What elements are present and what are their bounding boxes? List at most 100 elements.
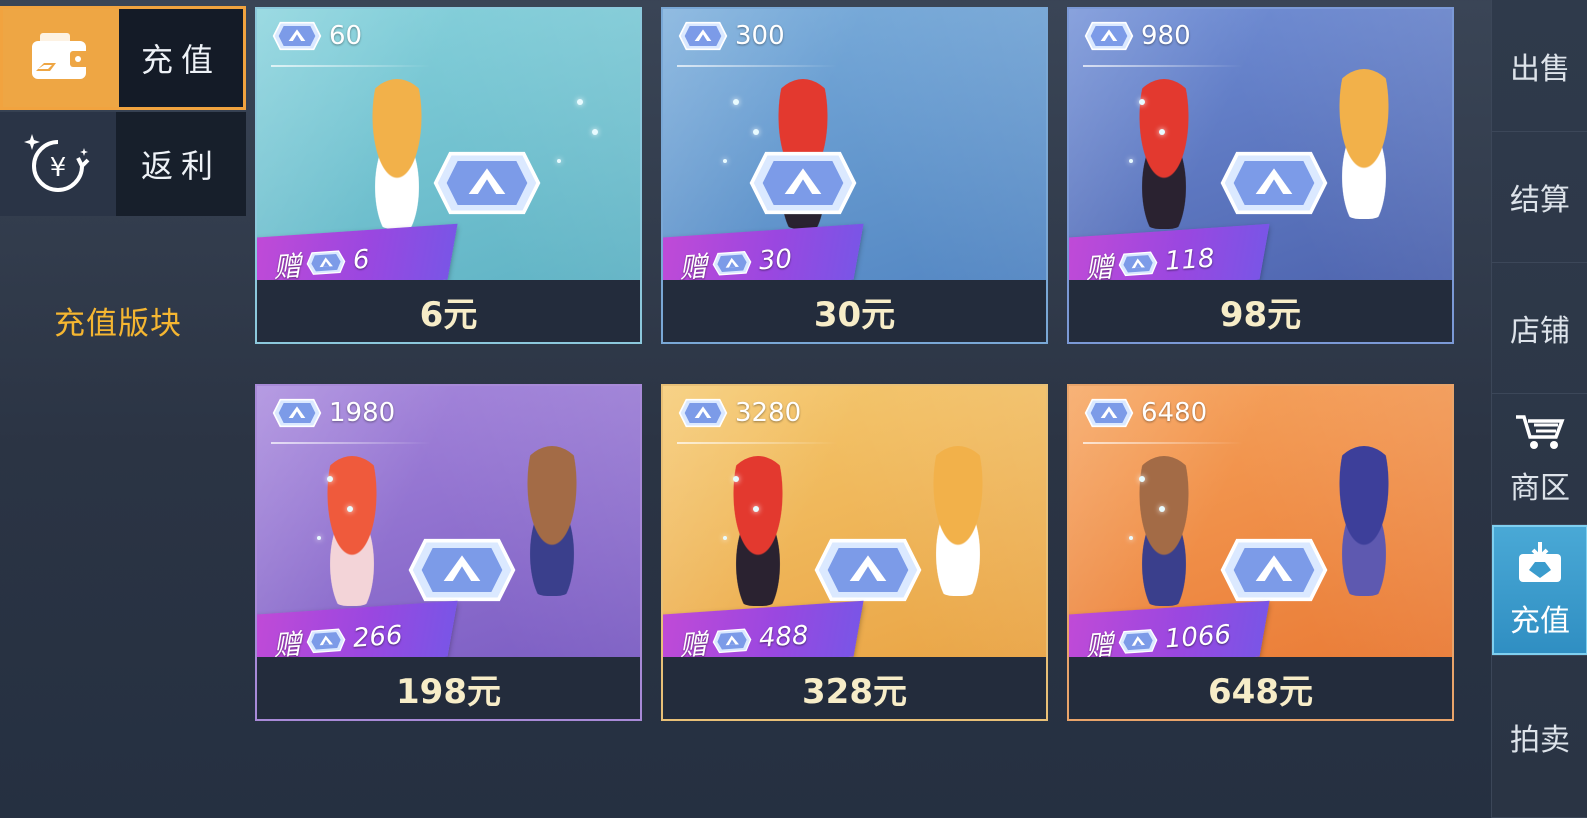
recharge-package-card[interactable]: 980 赠 118 98元 xyxy=(1067,7,1454,344)
bonus-gift-label: 赠 xyxy=(678,627,709,661)
bonus-amount-value: 266 xyxy=(351,620,404,654)
recharge-package-card[interactable]: 3280 赠 488 328元 xyxy=(661,384,1048,721)
package-art: 6480 赠 1066 xyxy=(1069,386,1452,661)
nav-auction[interactable]: 拍卖 xyxy=(1492,656,1587,818)
diamond-gem-icon xyxy=(432,149,542,221)
left-tab-list: 充值 ¥ 返利 xyxy=(0,6,246,218)
diamond-icon xyxy=(677,398,729,428)
price-label: 30元 xyxy=(813,294,896,335)
price-bar: 648元 xyxy=(1069,657,1452,719)
character-figure xyxy=(507,446,597,596)
yuan-rebate-icon: ¥ xyxy=(0,112,116,216)
diamond-icon xyxy=(710,250,754,277)
bonus-amount: 赠 118 xyxy=(1084,239,1216,284)
tab-rebate[interactable]: ¥ 返利 xyxy=(0,112,246,216)
diamond-icon xyxy=(304,627,348,654)
recharge-icon xyxy=(1515,540,1565,592)
bonus-gift-label: 赠 xyxy=(272,627,303,661)
diamond-icon xyxy=(1083,398,1135,428)
character-figure xyxy=(1319,69,1409,219)
nav-settle-label: 结算 xyxy=(1510,183,1570,218)
character-figure xyxy=(307,456,397,606)
diamond-icon xyxy=(1116,628,1160,655)
right-nav: 出售 结算 店铺 商区 充值 拍卖 xyxy=(1491,0,1587,818)
gem-amount-value: 1980 xyxy=(329,398,396,428)
diamond-gem-icon xyxy=(1219,149,1329,221)
diamond-icon xyxy=(304,249,348,276)
bonus-gift-label: 赠 xyxy=(1084,628,1115,661)
diamond-icon xyxy=(1116,250,1160,277)
diamond-icon xyxy=(271,398,323,428)
bonus-amount-value: 118 xyxy=(1163,243,1216,277)
gem-amount: 6480 xyxy=(1083,398,1243,444)
bonus-amount: 赠 266 xyxy=(272,616,404,661)
character-figure xyxy=(913,446,1003,596)
bonus-gift-label: 赠 xyxy=(1084,250,1115,284)
character-figure xyxy=(713,456,803,606)
bonus-amount-value: 1066 xyxy=(1163,619,1233,655)
nav-sell[interactable]: 出售 xyxy=(1492,0,1587,132)
package-art: 60 赠 6 xyxy=(257,9,640,284)
diamond-icon xyxy=(677,21,729,51)
diamond-gem-icon xyxy=(1219,536,1329,608)
price-bar: 198元 xyxy=(257,657,640,719)
nav-settle[interactable]: 结算 xyxy=(1492,132,1587,263)
bonus-amount: 赠 488 xyxy=(678,616,810,661)
character-figure xyxy=(1119,79,1209,229)
price-label: 198元 xyxy=(396,671,501,712)
tab-recharge-label: 充值 xyxy=(119,9,243,107)
nav-market-label: 商区 xyxy=(1510,471,1570,506)
bonus-amount: 赠 30 xyxy=(678,239,794,284)
cart-icon xyxy=(1512,411,1568,459)
nav-market[interactable]: 商区 xyxy=(1492,394,1587,525)
package-art: 3280 赠 488 xyxy=(663,386,1046,661)
price-label: 648元 xyxy=(1208,671,1313,712)
price-bar: 6元 xyxy=(257,280,640,342)
gem-amount-value: 60 xyxy=(329,21,363,51)
price-label: 328元 xyxy=(802,671,907,712)
nav-recharge[interactable]: 充值 xyxy=(1492,525,1587,656)
diamond-gem-icon xyxy=(748,149,858,221)
bonus-gift-label: 赠 xyxy=(272,249,303,284)
character-figure xyxy=(1119,456,1209,606)
price-bar: 98元 xyxy=(1069,280,1452,342)
nav-shop-label: 店铺 xyxy=(1510,314,1570,349)
recharge-package-card[interactable]: 6480 赠 1066 648元 xyxy=(1067,384,1454,721)
price-label: 6元 xyxy=(419,294,478,335)
package-art: 980 赠 118 xyxy=(1069,9,1452,284)
wallet-icon xyxy=(3,9,119,107)
price-bar: 328元 xyxy=(663,657,1046,719)
gem-amount-value: 300 xyxy=(735,21,785,51)
gem-amount: 1980 xyxy=(271,398,431,444)
character-figure xyxy=(1319,446,1409,596)
section-label: 充值版块 xyxy=(54,306,182,342)
character-figure xyxy=(352,79,442,229)
bonus-amount: 赠 6 xyxy=(272,240,371,284)
diamond-gem-icon xyxy=(407,536,517,608)
gem-amount: 300 xyxy=(677,21,837,67)
nav-sell-label: 出售 xyxy=(1510,51,1570,87)
bonus-amount-value: 488 xyxy=(757,620,810,654)
recharge-package-card[interactable]: 300 赠 30 30元 xyxy=(661,7,1048,344)
price-label: 98元 xyxy=(1219,294,1302,335)
diamond-gem-icon xyxy=(813,536,923,608)
tab-recharge[interactable]: 充值 xyxy=(0,6,246,110)
gem-amount-value: 3280 xyxy=(735,398,802,428)
diamond-icon xyxy=(710,627,754,654)
gem-amount-value: 980 xyxy=(1141,21,1191,51)
recharge-package-card[interactable]: 1980 赠 266 198元 xyxy=(255,384,642,721)
gem-amount: 3280 xyxy=(677,398,837,444)
tab-rebate-label: 返利 xyxy=(116,112,246,216)
gem-amount: 60 xyxy=(271,21,431,67)
recharge-package-card[interactable]: 60 赠 6 6元 xyxy=(255,7,642,344)
gem-amount: 980 xyxy=(1083,21,1243,67)
bonus-amount-value: 6 xyxy=(351,244,371,276)
nav-shop[interactable]: 店铺 xyxy=(1492,263,1587,394)
package-art: 1980 赠 266 xyxy=(257,386,640,661)
diamond-icon xyxy=(1083,21,1135,51)
package-art: 300 赠 30 xyxy=(663,9,1046,284)
nav-recharge-label: 充值 xyxy=(1510,604,1570,639)
svg-text:¥: ¥ xyxy=(50,153,67,183)
price-bar: 30元 xyxy=(663,280,1046,342)
nav-auction-label: 拍卖 xyxy=(1510,722,1570,758)
